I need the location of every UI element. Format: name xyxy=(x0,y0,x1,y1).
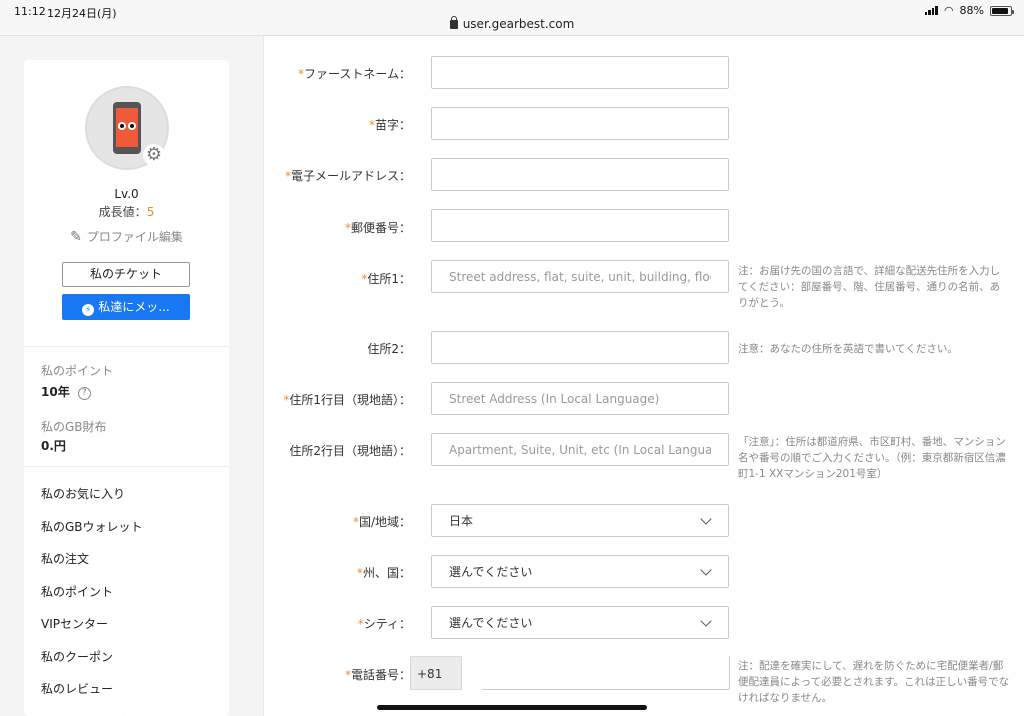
address2-note: 注意：あなたの住所を英語で書いてください。 xyxy=(738,343,958,355)
pencil-icon: ✎ xyxy=(70,229,82,245)
message-us-button[interactable]: ⚡ 私達にメッ... xyxy=(62,294,190,320)
help-icon[interactable]: ? xyxy=(77,387,91,400)
address2-field[interactable] xyxy=(431,331,729,364)
city-select[interactable]: 選んでください xyxy=(431,606,729,639)
country-label: *国/地域： xyxy=(352,515,411,529)
address1-label: *住所1： xyxy=(361,272,411,286)
address1-field[interactable] xyxy=(431,260,729,293)
home-indicator[interactable] xyxy=(377,705,647,710)
my-ticket-button[interactable]: 私のチケット xyxy=(62,262,190,287)
wallet-label: 私のGB財布 xyxy=(41,420,107,434)
email-input[interactable] xyxy=(432,159,728,190)
country-selected-value: 日本 xyxy=(449,514,474,528)
status-bar: 11:12 12月24日(月) user.gearbest.com ◠ 88% xyxy=(0,0,1024,36)
address1-note: 注：お届け先の国の言語で、詳細な配送先住所を入力してください：部屋番号、階、住居… xyxy=(738,265,1001,309)
cellular-signal-icon xyxy=(924,6,938,15)
country-select[interactable]: 日本 xyxy=(431,504,729,537)
phone-input[interactable] xyxy=(482,656,729,689)
battery-level-fill xyxy=(992,7,1008,14)
growth-value: 成長値：5 xyxy=(98,205,155,219)
state-label: *州、国： xyxy=(356,566,411,580)
phone-country-code[interactable]: +81 xyxy=(410,656,462,690)
url-text: user.gearbest.com xyxy=(462,17,575,31)
chevron-down-icon xyxy=(700,615,712,627)
address1-local-input[interactable] xyxy=(432,383,728,414)
menu-item-tickets[interactable]: 私の__ケット_私の___ケット_パ xyxy=(41,706,215,716)
divider xyxy=(24,346,229,347)
first-name-field[interactable] xyxy=(431,56,729,89)
messenger-icon: ⚡ xyxy=(82,304,95,316)
last-name-label: *苗字： xyxy=(368,118,411,132)
chevron-down-icon xyxy=(700,513,712,525)
chevron-down-icon xyxy=(700,564,712,576)
address-form: *ファーストネーム： *苗字： *電子メールアドレス： *郵便番号： *住所1：… xyxy=(263,36,1024,716)
phone-field[interactable] xyxy=(482,656,730,690)
phone-label: *電話番号： xyxy=(344,668,411,682)
avatar[interactable]: ⚙ xyxy=(85,86,169,170)
city-selected-value: 選んでください xyxy=(449,616,533,630)
wallet-value: 0.円 xyxy=(41,439,66,453)
menu-item-points[interactable]: 私のポイント xyxy=(41,576,215,609)
last-name-field[interactable] xyxy=(431,107,729,140)
email-field[interactable] xyxy=(431,158,729,191)
email-label: *電子メールアドレス： xyxy=(284,169,411,183)
first-name-input[interactable] xyxy=(432,57,728,88)
edit-profile-link[interactable]: ✎ プロファイル編集 xyxy=(24,228,229,245)
status-indicators: ◠ 88% xyxy=(924,4,1014,17)
address2-input[interactable] xyxy=(432,332,728,363)
address1-input[interactable] xyxy=(432,261,728,292)
address2-local-note: 「注意」：住所は都道府県、市区町村、番地、マンション名や番号の順でご入力ください… xyxy=(738,436,1006,480)
state-selected-value: 選んでください xyxy=(449,565,533,579)
menu-item-coupons[interactable]: 私のクーポン xyxy=(41,641,215,674)
menu-item-reviews[interactable]: 私のレビュー xyxy=(41,673,215,706)
divider xyxy=(24,466,229,467)
address1-local-label: *住所1行目（現地語）： xyxy=(283,393,411,407)
address-bar[interactable]: user.gearbest.com xyxy=(0,16,1024,31)
address2-local-field[interactable] xyxy=(431,433,729,466)
menu-item-gb-wallet[interactable]: 私のGBウォレット xyxy=(41,511,215,544)
menu-item-favorites[interactable]: 私のお気に入り xyxy=(41,478,215,511)
phone-note: 注：配達を確実にして、遅れを防ぐために宅配便業者/郵便配達員によって必要とされま… xyxy=(738,660,1010,704)
wifi-icon: ◠ xyxy=(943,4,954,17)
address2-label: 住所2： xyxy=(367,342,411,356)
city-label: *シティ： xyxy=(357,617,411,631)
last-name-input[interactable] xyxy=(432,108,728,139)
points-label: 私のポイント xyxy=(41,364,114,378)
battery-percent: 88% xyxy=(959,4,984,17)
postal-label: *郵便番号： xyxy=(344,221,411,235)
account-menu: 私のお気に入り 私のGBウォレット 私の注文 私のポイント VIPセンター 私の… xyxy=(41,478,215,716)
menu-item-orders[interactable]: 私の注文 xyxy=(41,543,215,576)
postal-code-field[interactable] xyxy=(431,209,729,242)
first-name-label: *ファーストネーム： xyxy=(297,67,411,81)
state-select[interactable]: 選んでください xyxy=(431,555,729,588)
points-value: 10年? xyxy=(41,383,91,400)
gear-icon[interactable]: ⚙ xyxy=(143,144,165,166)
battery-icon xyxy=(990,5,1014,16)
address1-local-field[interactable] xyxy=(431,382,729,415)
address2-local-label: 住所2行目（現地語）： xyxy=(289,444,411,458)
user-level: Lv.0 xyxy=(114,187,139,201)
postal-code-input[interactable] xyxy=(432,210,728,241)
account-sidebar: ⚙ Lv.0 成長値：5 ✎ プロファイル編集 私のチケット ⚡ 私達にメッ... … xyxy=(24,60,229,716)
address2-local-input[interactable] xyxy=(432,434,728,465)
menu-item-vip-center[interactable]: VIPセンター xyxy=(41,608,215,641)
phone-mascot-icon xyxy=(113,102,141,154)
lock-icon xyxy=(449,16,458,29)
